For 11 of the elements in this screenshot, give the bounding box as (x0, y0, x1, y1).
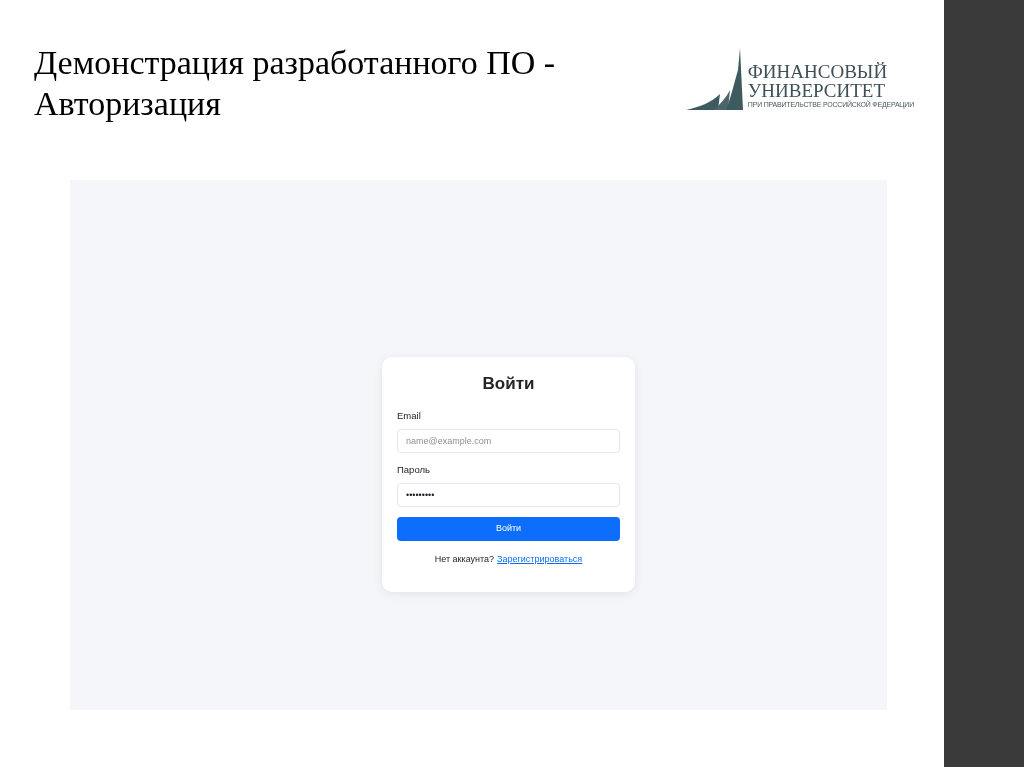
signup-prompt: Нет аккаунта? (434, 553, 495, 565)
field-label: Пароль (397, 464, 430, 476)
slide-title: Демонстрация разработанного ПО - Авторизация (34, 43, 557, 124)
login-button[interactable]: Войти (397, 517, 620, 541)
input-field[interactable]: name@example.com (397, 429, 620, 453)
register-link[interactable]: Зарегистрироваться (497, 553, 583, 565)
form-title: Войти (482, 373, 535, 395)
logo-text: ФИНАНСОВЫЙ (747, 62, 888, 81)
field-label: Email (397, 410, 421, 422)
logo-text: УНИВЕРСИТЕТ (747, 81, 886, 100)
input-field[interactable]: ••••••••• (397, 483, 620, 507)
